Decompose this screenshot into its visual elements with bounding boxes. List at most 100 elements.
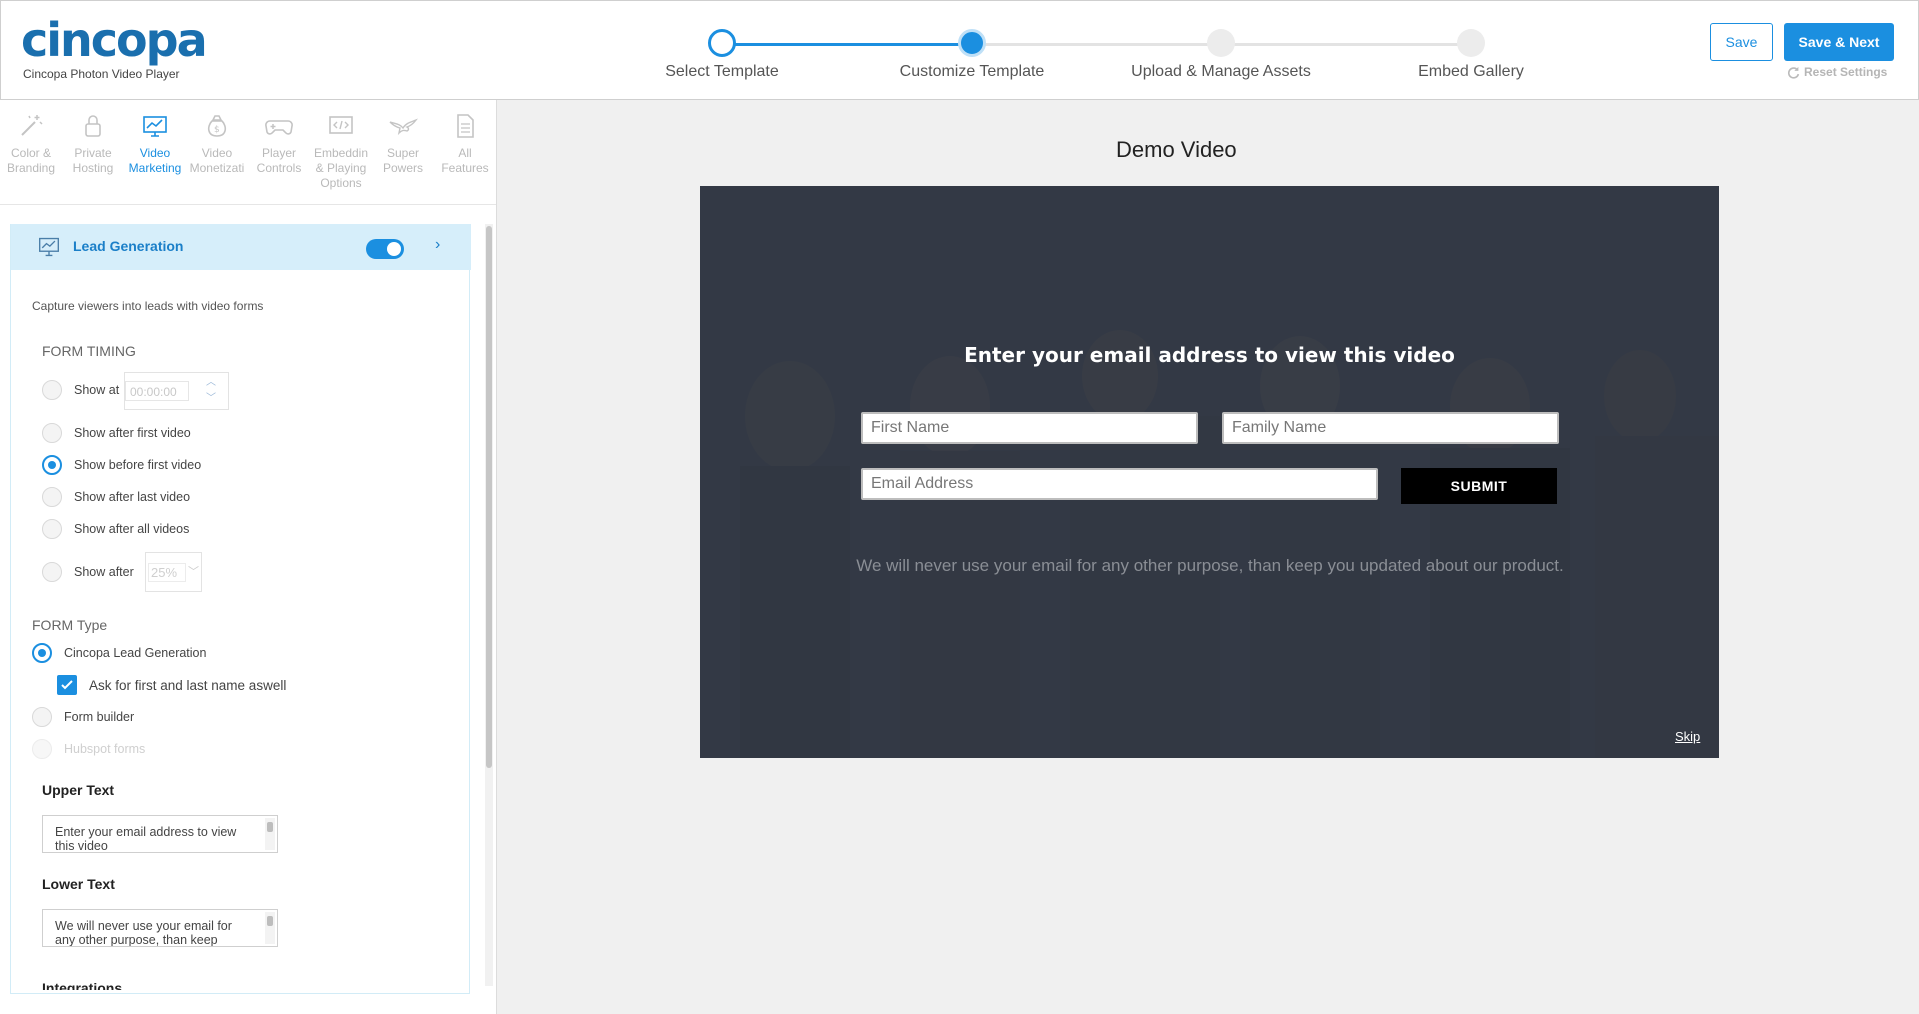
radio-label: Show after first video	[74, 426, 191, 440]
radio-label: Show after last video	[74, 490, 191, 504]
show-after-percent-select[interactable]: 25% ﹀	[145, 552, 202, 592]
lead-generation-toggle[interactable]	[366, 239, 404, 259]
step-dot	[1207, 29, 1235, 57]
ask-names-checkbox[interactable]	[57, 675, 77, 695]
timing-after-first[interactable]: Show after first video	[42, 423, 191, 443]
integrations-label: Integrations	[42, 980, 123, 990]
timing-after-last[interactable]: Show after last video	[42, 487, 190, 507]
radio-label: Hubspot forms	[64, 742, 146, 756]
lead-generation-description: Capture viewers into leads with video fo…	[32, 299, 264, 313]
tab-label: Super Powers	[382, 146, 423, 175]
radio-label: Show at	[74, 383, 120, 397]
reset-settings-button[interactable]: Reset Settings	[1787, 65, 1887, 79]
ask-names-option[interactable]: Ask for first and last name aswell	[57, 675, 286, 695]
radio-label: Show after	[74, 565, 134, 579]
save-next-button[interactable]: Save & Next	[1784, 23, 1894, 61]
form-type-cincopa[interactable]: Cincopa Lead Generation	[32, 643, 206, 663]
timing-before-first[interactable]: Show before first video	[42, 455, 201, 475]
tab-all-features[interactable]: All Features	[434, 110, 496, 206]
percent-value: 25%	[148, 563, 186, 582]
radio-after-all[interactable]	[42, 519, 62, 539]
step-select-template[interactable]: Select Template	[612, 29, 832, 81]
textarea-scrollbar[interactable]	[265, 818, 275, 850]
textarea-scrollbar[interactable]	[265, 912, 275, 944]
time-stepper-arrows[interactable]: ︿ ﹀	[201, 375, 221, 407]
form-title: Enter your email address to view this vi…	[964, 343, 1455, 367]
tab-label: All Features	[441, 146, 489, 175]
gamepad-icon	[265, 120, 293, 135]
radio-label: Form builder	[64, 710, 135, 724]
step-customize-template[interactable]: Customize Template	[862, 29, 1082, 81]
lock-icon	[85, 115, 101, 137]
radio-cincopa-lead[interactable]	[32, 643, 52, 663]
wizard-stepper: Select Template Customize Template Uploa…	[663, 25, 1543, 85]
radio-label: Show before first video	[74, 458, 202, 472]
document-icon	[457, 114, 474, 138]
lower-text-value: We will never use your email for any oth…	[55, 919, 232, 947]
upper-text-input[interactable]: Enter your email address to view this vi…	[42, 815, 278, 853]
first-name-input[interactable]: First Name	[861, 412, 1198, 444]
eagle-icon	[389, 118, 418, 136]
radio-after-first[interactable]	[42, 423, 62, 443]
form-type-hubspot: Hubspot forms	[32, 739, 145, 759]
refresh-icon	[1787, 66, 1800, 79]
radio-hubspot	[32, 739, 52, 759]
skip-link[interactable]: Skip	[1675, 729, 1700, 744]
tab-label: Embeddin & Playing Options	[313, 146, 369, 190]
family-name-input[interactable]: Family Name	[1222, 412, 1559, 444]
upper-text-value: Enter your email address to view this vi…	[55, 825, 237, 853]
chart-monitor-icon	[143, 116, 167, 137]
timing-show-after[interactable]: Show after	[42, 562, 134, 582]
tab-video-marketing[interactable]: Video Marketing	[124, 110, 186, 206]
radio-show-at[interactable]	[42, 380, 62, 400]
lead-generation-title: Lead Generation	[73, 238, 184, 254]
feature-tabs: Color & Branding Private Hosting Video M…	[0, 110, 496, 206]
upper-text-label: Upper Text	[42, 782, 115, 798]
reset-settings-label: Reset Settings	[1804, 65, 1888, 79]
chart-monitor-icon	[39, 237, 59, 257]
tabs-divider	[0, 204, 496, 205]
radio-show-after[interactable]	[42, 562, 62, 582]
logo-wordmark: cincopa	[21, 13, 208, 67]
radio-label: Show after all videos	[74, 522, 190, 536]
show-at-time-input[interactable]: 00:00:00	[125, 381, 189, 401]
checkbox-label: Ask for first and last name aswell	[89, 677, 287, 693]
step-dot-current	[958, 29, 986, 57]
chevron-down-icon: ﹀	[188, 566, 199, 578]
radio-before-first[interactable]	[42, 455, 62, 475]
magic-wand-icon	[21, 115, 43, 136]
lower-text-input[interactable]: We will never use your email for any oth…	[42, 909, 278, 947]
step-label: Embed Gallery	[1418, 63, 1524, 80]
tab-video-monetization[interactable]: $ Video Monetizati	[186, 110, 248, 206]
radio-form-builder[interactable]	[32, 707, 52, 727]
radio-after-last[interactable]	[42, 487, 62, 507]
tab-private-hosting[interactable]: Private Hosting	[62, 110, 124, 206]
code-icon	[329, 116, 353, 134]
step-label: Select Template	[665, 63, 779, 80]
show-at-time-stepper[interactable]: 00:00:00 ︿ ﹀	[124, 372, 229, 410]
tab-embedding-options[interactable]: Embeddin & Playing Options	[310, 110, 372, 206]
tab-super-powers[interactable]: Super Powers	[372, 110, 434, 206]
form-type-builder[interactable]: Form builder	[32, 707, 134, 727]
form-timing-label: FORM TIMING	[42, 343, 136, 359]
email-input[interactable]: Email Address	[861, 468, 1378, 500]
form-lower-text: We will never use your email for any oth…	[856, 556, 1564, 575]
lower-text-label: Lower Text	[42, 876, 115, 892]
tab-color-branding[interactable]: Color & Branding	[0, 110, 62, 206]
timing-show-at[interactable]: Show at	[42, 380, 119, 400]
video-player[interactable]: Enter your email address to view this vi…	[700, 186, 1719, 758]
tab-player-controls[interactable]: Player Controls	[248, 110, 310, 206]
panel-scrollbar[interactable]	[485, 224, 493, 986]
money-bag-icon: $	[207, 115, 227, 137]
tab-label: Player Controls	[256, 146, 302, 175]
submit-button[interactable]: SUBMIT	[1401, 468, 1557, 504]
chevron-right-icon[interactable]: ›	[435, 236, 440, 254]
lead-generation-header[interactable]: Lead Generation ›	[11, 224, 471, 270]
scrollbar-thumb[interactable]	[486, 226, 492, 768]
timing-after-all[interactable]: Show after all videos	[42, 519, 189, 539]
step-dot	[1457, 29, 1485, 57]
step-upload-assets[interactable]: Upload & Manage Assets	[1111, 29, 1331, 81]
step-embed-gallery[interactable]: Embed Gallery	[1361, 29, 1581, 81]
save-button[interactable]: Save	[1710, 23, 1773, 61]
brand-logo[interactable]: cincopa Cincopa Photon Video Player	[21, 13, 208, 81]
